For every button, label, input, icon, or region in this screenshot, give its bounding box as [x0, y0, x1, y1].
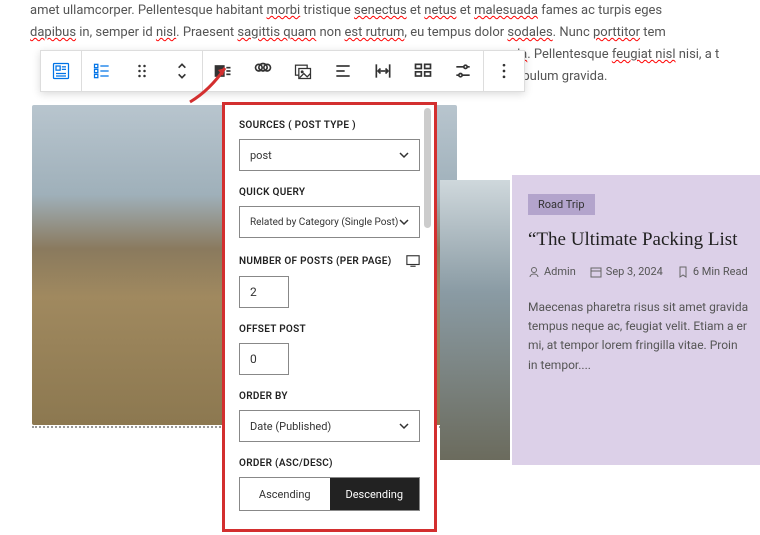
post-title[interactable]: “The Ultimate Packing List — [528, 229, 750, 251]
date-meta: Sep 3, 2024 — [590, 265, 663, 278]
drag-handle-icon[interactable] — [122, 51, 162, 91]
screen-icon — [406, 254, 420, 268]
post-image-2 — [440, 180, 510, 460]
query-settings-panel: SOURCES ( POST TYPE ) post QUICK QUERY R… — [222, 102, 437, 532]
order-label: ORDER (ASC/DESC) — [239, 458, 420, 469]
block-toolbar — [40, 50, 525, 92]
author-meta: Admin — [528, 265, 576, 278]
sources-select[interactable]: post — [239, 139, 420, 171]
category-tag[interactable]: Road Trip — [528, 194, 595, 215]
more-options-button[interactable] — [484, 51, 524, 91]
user-icon — [528, 266, 540, 278]
num-posts-label: NUMBER OF POSTS (PER PAGE) — [239, 254, 420, 268]
offset-label: OFFSET POST — [239, 324, 420, 335]
image-style-button[interactable] — [283, 51, 323, 91]
post-excerpt: Maecenas pharetra risus sit amet gravida… — [528, 298, 750, 375]
bookmark-icon — [677, 266, 689, 278]
quick-query-label: QUICK QUERY — [239, 187, 420, 198]
sources-label: SOURCES ( POST TYPE ) — [239, 120, 420, 131]
calendar-icon — [590, 266, 602, 278]
orderby-label: ORDER BY — [239, 391, 420, 402]
text-align-button[interactable] — [323, 51, 363, 91]
layout-button[interactable] — [403, 51, 443, 91]
width-button[interactable] — [363, 51, 403, 91]
settings-slider-button[interactable] — [443, 51, 483, 91]
list-view-icon[interactable] — [82, 51, 122, 91]
offset-input[interactable]: 0 — [239, 343, 289, 375]
orderby-select[interactable]: Date (Published) — [239, 410, 420, 442]
query-loop-button[interactable] — [243, 51, 283, 91]
ignore-sticky-toggle[interactable] — [239, 529, 275, 532]
quick-query-select[interactable]: Related by Category (Single Post) — [239, 206, 420, 238]
panel-scrollbar[interactable] — [424, 108, 431, 228]
read-time-meta: 6 Min Read — [677, 265, 748, 278]
num-posts-input[interactable]: 2 — [239, 276, 289, 308]
ascending-button[interactable]: Ascending — [240, 478, 330, 510]
ignore-sticky-label: Ignore Sticky Posts — [285, 531, 387, 532]
post-card: Road Trip “The Ultimate Packing List Adm… — [512, 175, 760, 465]
descending-button[interactable]: Descending — [330, 478, 420, 510]
block-type-button[interactable] — [41, 51, 81, 91]
